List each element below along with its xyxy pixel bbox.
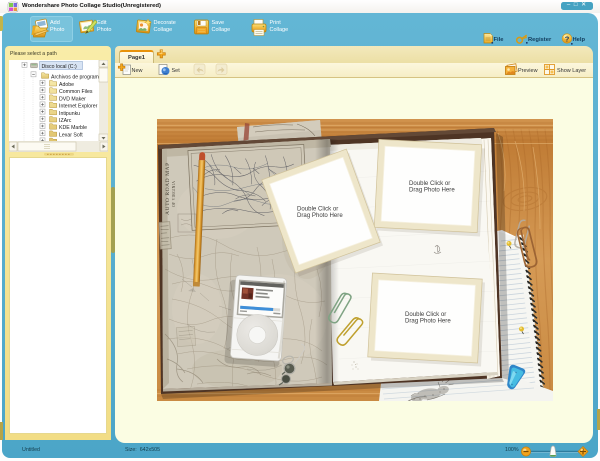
- svg-text:Common Files: Common Files: [59, 89, 93, 95]
- svg-text:Drag Photo Here: Drag Photo Here: [297, 212, 343, 219]
- svg-text:Lexar Soft: Lexar Soft: [59, 132, 83, 138]
- svg-text:Drag Photo Here: Drag Photo Here: [409, 187, 455, 194]
- svg-text:?: ?: [565, 35, 570, 44]
- svg-text:Internet Explorer: Internet Explorer: [59, 104, 98, 110]
- svg-text:OF VIRGINIA: OF VIRGINIA: [172, 181, 176, 207]
- svg-text:DVD Maker: DVD Maker: [59, 96, 86, 102]
- svg-text:Archivos de programa: Archivos de programa: [51, 75, 102, 81]
- svg-text:IZArc: IZArc: [59, 118, 72, 124]
- svg-text:Intipunku: Intipunku: [59, 111, 80, 117]
- svg-text:KDE Marble: KDE Marble: [59, 125, 87, 131]
- svg-text:Disco local (C:): Disco local (C:): [42, 64, 77, 70]
- svg-text:Drag Photo Here: Drag Photo Here: [405, 318, 451, 325]
- svg-text:AUTO ROAD MAP: AUTO ROAD MAP: [165, 162, 171, 215]
- svg-text:Adobe: Adobe: [59, 82, 74, 88]
